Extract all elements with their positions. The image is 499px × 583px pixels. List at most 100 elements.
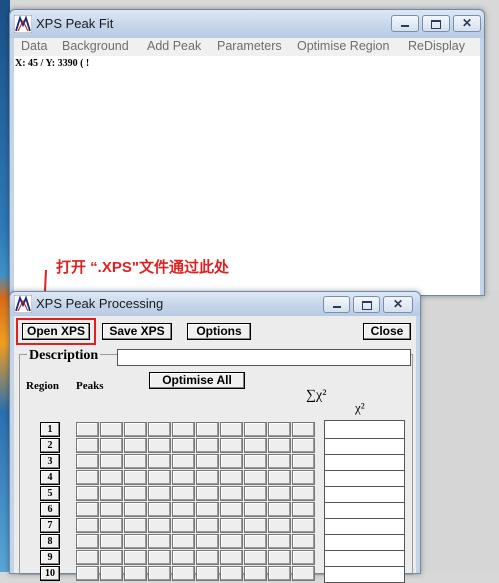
peak-cell[interactable] — [292, 534, 315, 549]
peak-cell[interactable] — [220, 534, 243, 549]
peak-cell[interactable] — [76, 486, 99, 501]
peak-cell[interactable] — [148, 518, 171, 533]
region-button[interactable]: 6 — [40, 502, 60, 517]
peak-cell[interactable] — [220, 550, 243, 565]
peak-cell[interactable] — [196, 470, 219, 485]
peak-cell[interactable] — [268, 470, 291, 485]
menu-optimise-region[interactable]: Optimise Region — [297, 39, 389, 53]
minimize-button[interactable] — [323, 296, 350, 313]
peak-cell[interactable] — [220, 518, 243, 533]
peak-cell[interactable] — [268, 438, 291, 453]
region-button[interactable]: 2 — [40, 438, 60, 453]
peak-cell[interactable] — [148, 566, 171, 581]
peak-cell[interactable] — [100, 470, 123, 485]
peak-cell[interactable] — [124, 422, 147, 437]
region-button[interactable]: 7 — [40, 518, 60, 533]
region-button[interactable]: 4 — [40, 470, 60, 485]
peak-cell[interactable] — [148, 470, 171, 485]
peak-cell[interactable] — [220, 438, 243, 453]
peak-cell[interactable] — [196, 534, 219, 549]
peak-cell[interactable] — [148, 454, 171, 469]
peak-cell[interactable] — [100, 438, 123, 453]
peak-cell[interactable] — [244, 550, 267, 565]
peak-cell[interactable] — [292, 470, 315, 485]
menu-data[interactable]: Data — [21, 39, 47, 53]
close-button[interactable]: ✕ — [383, 296, 413, 313]
peak-cell[interactable] — [172, 470, 195, 485]
peak-cell[interactable] — [244, 422, 267, 437]
peak-cell[interactable] — [76, 534, 99, 549]
peak-cell[interactable] — [196, 566, 219, 581]
peak-cell[interactable] — [76, 502, 99, 517]
peak-cell[interactable] — [172, 566, 195, 581]
peak-cell[interactable] — [76, 438, 99, 453]
peak-cell[interactable] — [292, 454, 315, 469]
peak-cell[interactable] — [268, 454, 291, 469]
peak-cell[interactable] — [196, 486, 219, 501]
menu-add-peak[interactable]: Add Peak — [147, 39, 201, 53]
region-button[interactable]: 1 — [40, 422, 60, 437]
peak-cell[interactable] — [196, 518, 219, 533]
peak-cell[interactable] — [148, 550, 171, 565]
peak-cell[interactable] — [292, 438, 315, 453]
close-button[interactable]: ✕ — [453, 15, 481, 32]
close-window-button[interactable]: Close — [363, 323, 411, 340]
peak-cell[interactable] — [196, 502, 219, 517]
peak-cell[interactable] — [220, 486, 243, 501]
maximize-button[interactable] — [422, 15, 450, 32]
peak-cell[interactable] — [196, 454, 219, 469]
peak-cell[interactable] — [76, 422, 99, 437]
peak-cell[interactable] — [196, 438, 219, 453]
region-button[interactable]: 10 — [40, 566, 60, 581]
save-xps-button[interactable]: Save XPS — [102, 323, 172, 340]
peak-cell[interactable] — [244, 502, 267, 517]
peak-cell[interactable] — [124, 550, 147, 565]
menu-background[interactable]: Background — [62, 39, 129, 53]
peak-cell[interactable] — [76, 566, 99, 581]
maximize-button[interactable] — [353, 296, 380, 313]
optimise-all-button[interactable]: Optimise All — [149, 372, 245, 389]
peak-cell[interactable] — [244, 470, 267, 485]
peak-cell[interactable] — [196, 550, 219, 565]
peak-cell[interactable] — [292, 550, 315, 565]
peak-cell[interactable] — [100, 422, 123, 437]
peak-cell[interactable] — [268, 422, 291, 437]
peak-cell[interactable] — [172, 486, 195, 501]
peak-cell[interactable] — [292, 502, 315, 517]
peak-cell[interactable] — [268, 502, 291, 517]
peak-cell[interactable] — [196, 422, 219, 437]
peak-cell[interactable] — [292, 422, 315, 437]
peak-cell[interactable] — [172, 438, 195, 453]
peak-cell[interactable] — [220, 422, 243, 437]
peak-cell[interactable] — [244, 454, 267, 469]
peak-cell[interactable] — [148, 486, 171, 501]
peak-cell[interactable] — [292, 486, 315, 501]
peak-cell[interactable] — [148, 422, 171, 437]
peak-cell[interactable] — [268, 518, 291, 533]
peak-cell[interactable] — [124, 518, 147, 533]
peak-cell[interactable] — [148, 438, 171, 453]
title-bar[interactable]: XPS Peak Processing ✕ — [10, 292, 420, 316]
peak-cell[interactable] — [148, 502, 171, 517]
peak-cell[interactable] — [292, 566, 315, 581]
peak-cell[interactable] — [148, 534, 171, 549]
region-button[interactable]: 5 — [40, 486, 60, 501]
peak-cell[interactable] — [76, 550, 99, 565]
peak-cell[interactable] — [244, 566, 267, 581]
peak-cell[interactable] — [100, 550, 123, 565]
peak-cell[interactable] — [124, 566, 147, 581]
peak-cell[interactable] — [100, 534, 123, 549]
peak-cell[interactable] — [172, 518, 195, 533]
minimize-button[interactable] — [391, 15, 419, 32]
peak-cell[interactable] — [244, 534, 267, 549]
menu-redisplay[interactable]: ReDisplay — [408, 39, 465, 53]
peak-cell[interactable] — [172, 502, 195, 517]
peak-cell[interactable] — [100, 454, 123, 469]
region-button[interactable]: 9 — [40, 550, 60, 565]
options-button[interactable]: Options — [187, 323, 251, 340]
region-button[interactable]: 3 — [40, 454, 60, 469]
peak-cell[interactable] — [100, 566, 123, 581]
peak-cell[interactable] — [292, 518, 315, 533]
peak-cell[interactable] — [124, 534, 147, 549]
peak-cell[interactable] — [268, 486, 291, 501]
